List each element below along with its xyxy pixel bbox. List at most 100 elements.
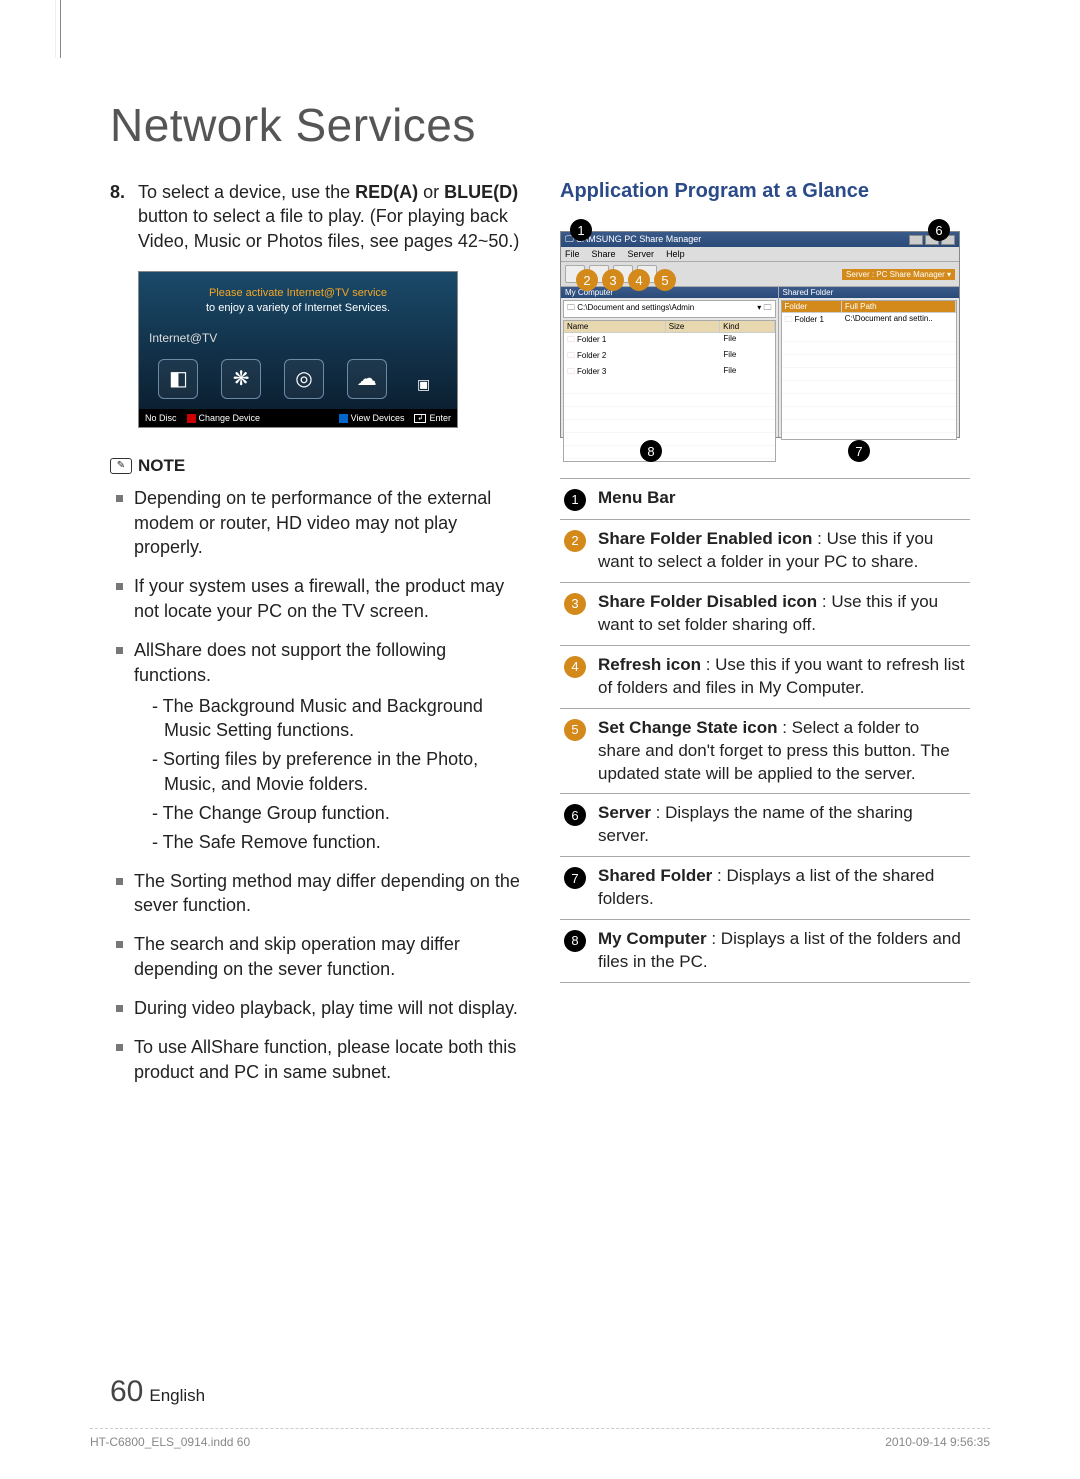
legend-bold: Shared Folder: [598, 866, 712, 885]
section-heading: Network Services: [110, 98, 970, 152]
itv-app-icon: ▣: [410, 371, 438, 399]
callout-8: 8: [640, 440, 662, 462]
cell: [666, 333, 720, 349]
step-number: 8.: [110, 180, 138, 253]
left-column: 8. To select a device, use the RED(A) or…: [110, 180, 520, 1098]
note-item: The search and skip operation may differ…: [110, 932, 520, 982]
page-number: 60 English: [110, 1375, 205, 1409]
cell: [666, 349, 720, 365]
red-a-icon: [187, 414, 196, 423]
blank-rows: [564, 381, 775, 461]
itv-view-devices: View Devices: [351, 413, 405, 423]
itv-app-icon: ◎: [284, 359, 324, 399]
page-tab-edge: [55, 0, 61, 58]
pc-share-manager-window: 🖵 SAMSUNG PC Share Manager File Share Se…: [560, 231, 960, 438]
itv-app-icon: ❋: [221, 359, 261, 399]
path-dropdown-icon: ▾ 🗀: [757, 302, 771, 316]
col-name: Name: [564, 321, 666, 332]
cell: C:\Document and settin..: [842, 313, 956, 329]
menu-bar: File Share Server Help: [561, 247, 959, 262]
legend-row: 2 Share Folder Enabled icon : Use this i…: [560, 520, 970, 583]
internet-tv-screenshot: Please activate Internet@TV service to e…: [138, 271, 458, 428]
cell: File: [720, 365, 774, 381]
cell: Folder 1: [782, 313, 842, 329]
app-screenshot-wrap: 1 2 3 4 5 6 7 8 🖵 SAMSUNG PC Share Manag…: [560, 215, 960, 460]
callout-1: 1: [570, 219, 592, 241]
legend-bold: Set Change State icon: [598, 718, 777, 737]
shared-folder-pane: Shared Folder Folder Full Path Folder 1C…: [779, 287, 959, 437]
legend-num: 1: [564, 489, 586, 511]
blank-rows: [782, 329, 956, 439]
legend-bold: Share Folder Enabled icon: [598, 529, 812, 548]
menu-file: File: [565, 249, 580, 259]
itv-section-label: Internet@TV: [139, 327, 457, 349]
note-subitem: - The Change Group function.: [152, 801, 520, 826]
legend-bold: Server: [598, 803, 651, 822]
itv-app-icon: ◧: [158, 359, 198, 399]
menu-share: Share: [592, 249, 616, 259]
legend-row: 1 Menu Bar: [560, 479, 970, 520]
pane-head-shared: Shared Folder: [779, 287, 959, 298]
min-icon: [909, 235, 923, 245]
cell: [666, 365, 720, 381]
callout-6: 6: [928, 219, 950, 241]
cell: File: [720, 349, 774, 365]
step-8: 8. To select a device, use the RED(A) or…: [110, 180, 520, 253]
right-grid: Folder Full Path Folder 1C:\Document and…: [781, 300, 957, 440]
col-size: Size: [666, 321, 720, 332]
legend-num: 2: [564, 530, 586, 552]
itv-nodisc: No Disc: [145, 413, 177, 423]
itv-enter: Enter: [429, 413, 451, 423]
itv-bottom-bar: No Disc Change Device View Devices ↲Ente…: [139, 409, 457, 427]
legend-row: 4 Refresh icon : Use this if you want to…: [560, 646, 970, 709]
page-number-value: 60: [110, 1375, 143, 1408]
page-language: English: [149, 1386, 205, 1405]
note-sublist: - The Background Music and Background Mu…: [134, 694, 520, 855]
step-text-b: or: [418, 182, 444, 202]
legend-num: 8: [564, 930, 586, 952]
legend-row: 7 Shared Folder : Displays a list of the…: [560, 857, 970, 920]
path-bar: 🗀 C:\Document and settings\Admin ▾ 🗀: [563, 300, 776, 318]
blue-d-label: BLUE(D): [444, 182, 518, 202]
legend-row: 6 Server : Displays the name of the shar…: [560, 794, 970, 857]
my-computer-pane: My Computer 🗀 C:\Document and settings\A…: [561, 287, 779, 437]
cell: Folder 3: [564, 365, 666, 381]
cell: Folder 2: [564, 349, 666, 365]
note-item-text: AllShare does not support the following …: [134, 640, 446, 685]
notes-list: Depending on te performance of the exter…: [110, 486, 520, 1085]
note-item: During video playback, play time will no…: [110, 996, 520, 1021]
app-program-heading: Application Program at a Glance: [560, 180, 970, 203]
red-a-label: RED(A): [355, 182, 418, 202]
itv-app-icon: ☁: [347, 359, 387, 399]
legend-bold: My Computer: [598, 929, 707, 948]
itv-icons-row: ◧ ❋ ◎ ☁ ▣: [139, 349, 457, 409]
print-footer: HT-C6800_ELS_0914.indd 60 2010-09-14 9:5…: [90, 1428, 990, 1449]
legend-row: 8 My Computer : Displays a list of the f…: [560, 920, 970, 983]
legend-row: 3 Share Folder Disabled icon : Use this …: [560, 583, 970, 646]
cell: Folder 1: [564, 333, 666, 349]
itv-msg-1: Please activate Internet@TV service: [147, 286, 449, 301]
legend-bold: Refresh icon: [598, 655, 701, 674]
left-grid: Name Size Kind Folder 1 File Folder 2 File…: [563, 320, 776, 462]
col-fullpath: Full Path: [842, 301, 956, 312]
enter-icon: ↲: [414, 414, 426, 423]
note-item: AllShare does not support the following …: [110, 638, 520, 855]
blue-d-icon: [339, 414, 348, 423]
col-kind: Kind: [720, 321, 774, 332]
menu-server: Server: [628, 249, 655, 259]
right-column: Application Program at a Glance 1 2 3 4 …: [560, 180, 970, 1098]
note-heading: NOTE: [110, 456, 520, 476]
note-item: If your system uses a firewall, the prod…: [110, 574, 520, 624]
callout-7: 7: [848, 440, 870, 462]
callout-2: 2: [576, 269, 598, 291]
step-text-a: To select a device, use the: [138, 182, 355, 202]
legend-num: 5: [564, 719, 586, 741]
note-item: The Sorting method may differ depending …: [110, 869, 520, 919]
legend-num: 6: [564, 804, 586, 826]
legend-bold: Menu Bar: [598, 488, 675, 507]
note-subitem: - The Background Music and Background Mu…: [152, 694, 520, 744]
legend-table: 1 Menu Bar 2 Share Folder Enabled icon :…: [560, 478, 970, 983]
cell: File: [720, 333, 774, 349]
server-dropdown: Server : PC Share Manager ▾: [842, 269, 955, 280]
window-titlebar: 🖵 SAMSUNG PC Share Manager: [561, 232, 959, 247]
